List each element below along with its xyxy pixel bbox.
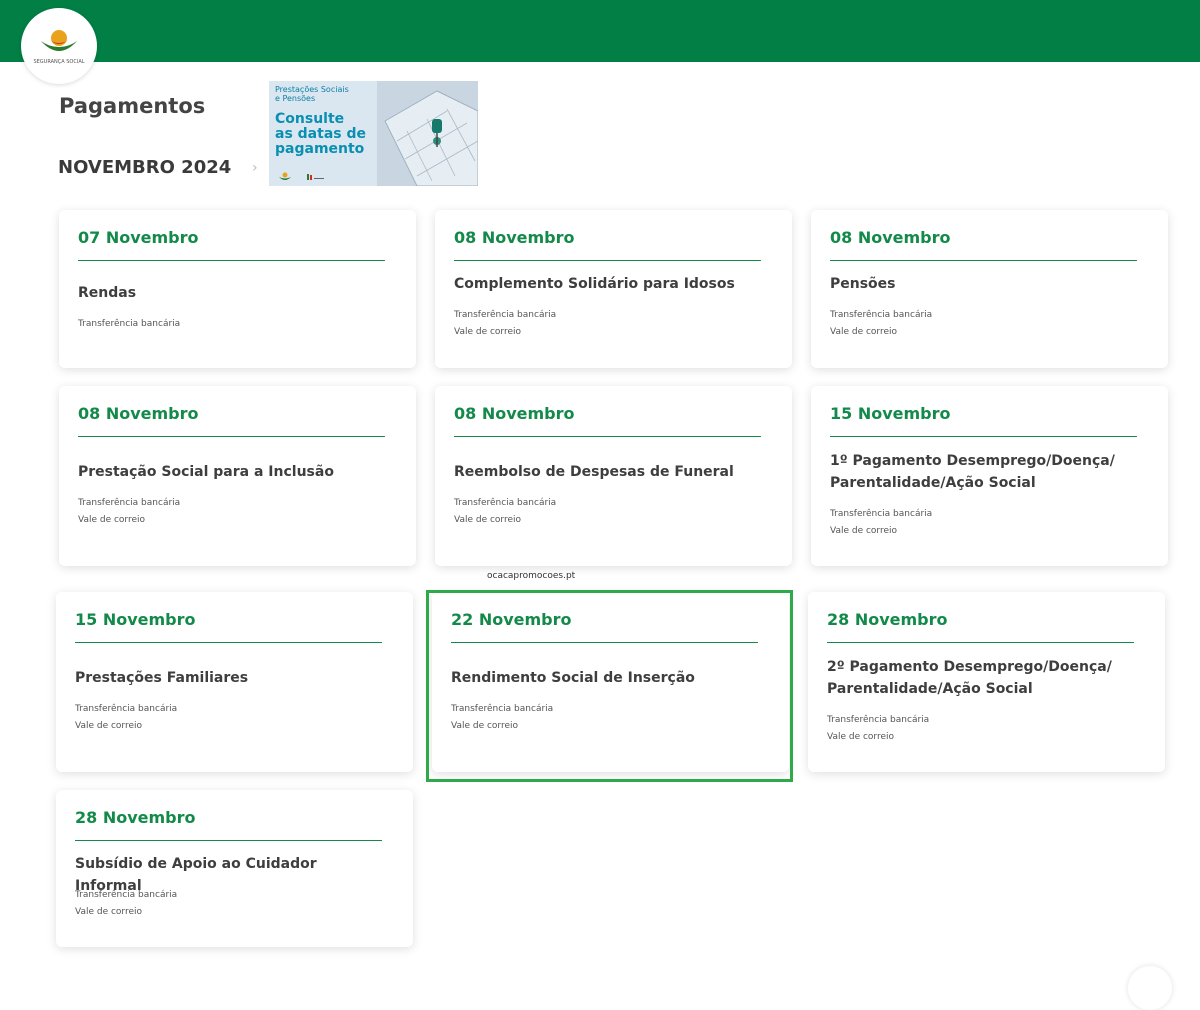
benefit-name-line1: Rendas: [78, 285, 137, 301]
payment-card[interactable]: 08 Novembro Prestação Social para a Incl…: [59, 386, 416, 566]
payment-methods: Transferência bancária Vale de correio: [454, 495, 556, 529]
payment-dates-banner[interactable]: Prestações Sociais e Pensões Consulte as…: [269, 81, 478, 186]
payment-method: Transferência bancária: [75, 890, 178, 900]
top-header-bar: [0, 0, 1200, 62]
logo-icon: [41, 30, 77, 51]
payment-methods: Transferência bancária Vale de correio: [75, 701, 177, 735]
benefit-name: Prestações Familiares: [75, 667, 387, 689]
banner-headline-line3: pagamento: [275, 141, 365, 157]
banner-logos-icon: [279, 172, 324, 180]
seguranca-social-logo[interactable]: SEGURANÇA SOCIAL: [21, 8, 97, 84]
payment-methods: Transferência bancária Vale de correio: [827, 712, 929, 746]
payment-methods: Transferência bancária Vale de correio: [830, 506, 932, 540]
chevron-right-icon[interactable]: ›: [252, 160, 258, 176]
benefit-name-line1: Complemento Solidário para Idosos: [454, 276, 735, 292]
payment-card[interactable]: 28 Novembro Subsídio de Apoio ao Cuidado…: [56, 790, 413, 947]
payment-methods: Transferência bancária Vale de correio: [454, 307, 556, 341]
payment-methods: Transferência bancária Vale de correio: [75, 887, 177, 921]
payment-methods: Transferência bancária: [78, 316, 180, 333]
benefit-name: Pensões: [830, 273, 1142, 295]
benefit-name-line1: Prestação Social para a Inclusão: [78, 464, 334, 480]
divider: [827, 642, 1134, 643]
payment-card[interactable]: 08 Novembro Pensões Transferência bancár…: [811, 210, 1168, 368]
month-label: NOVEMBRO 2024: [58, 157, 232, 178]
logo-text: SEGURANÇA SOCIAL: [33, 59, 85, 65]
benefit-name: Reembolso de Despesas de Funeral: [454, 461, 766, 483]
payment-method: Vale de correio: [78, 515, 146, 525]
divider: [78, 260, 385, 261]
benefit-name: 2º Pagamento Desemprego/Doença/ Parental…: [827, 656, 1139, 700]
payment-card[interactable]: 28 Novembro 2º Pagamento Desemprego/Doen…: [808, 592, 1165, 772]
benefit-name-line1: Prestações Familiares: [75, 670, 249, 686]
benefit-name-line2: Parentalidade/Ação Social: [827, 681, 1033, 697]
payment-method: Vale de correio: [827, 732, 895, 742]
payment-method: Transferência bancária: [75, 704, 178, 714]
divider: [454, 260, 761, 261]
payment-date: 08 Novembro: [454, 228, 575, 247]
divider: [830, 260, 1137, 261]
banner-subtitle-line2: e Pensões: [275, 94, 316, 103]
benefit-name: Complemento Solidário para Idosos: [454, 273, 766, 295]
payment-card[interactable]: 08 Novembro Complemento Solidário para I…: [435, 210, 792, 368]
banner-subtitle: Prestações Sociais e Pensões: [275, 85, 349, 103]
watermark-text: ocacapromocoes.pt: [487, 571, 576, 581]
payment-date: 28 Novembro: [827, 610, 948, 629]
payment-card[interactable]: 07 Novembro Rendas Transferência bancári…: [59, 210, 416, 368]
benefit-name-line1: 2º Pagamento Desemprego/Doença/: [827, 659, 1112, 675]
divider: [830, 436, 1137, 437]
banner-headline-line1: Consulte: [275, 111, 345, 127]
payment-card[interactable]: 15 Novembro Prestações Familiares Transf…: [56, 592, 413, 772]
payment-date: 08 Novembro: [78, 404, 199, 423]
payment-card[interactable]: 08 Novembro Reembolso de Despesas de Fun…: [435, 386, 792, 566]
payment-method: Transferência bancária: [454, 498, 557, 508]
payment-date: 07 Novembro: [78, 228, 199, 247]
banner-subtitle-line1: Prestações Sociais: [275, 85, 349, 94]
calendar-pin-icon: [377, 81, 478, 186]
payment-method: Transferência bancária: [830, 310, 933, 320]
scroll-to-top-button[interactable]: [1128, 966, 1172, 1010]
payment-card[interactable]: 15 Novembro 1º Pagamento Desemprego/Doen…: [811, 386, 1168, 566]
payment-method: Transferência bancária: [454, 310, 557, 320]
benefit-name: 1º Pagamento Desemprego/Doença/ Parental…: [830, 450, 1142, 494]
banner-headline: Consulte as datas de pagamento: [275, 112, 366, 157]
payment-method: Vale de correio: [75, 907, 143, 917]
payment-date: 28 Novembro: [75, 808, 196, 827]
benefit-name-line1: 1º Pagamento Desemprego/Doença/: [830, 453, 1115, 469]
divider: [454, 436, 761, 437]
page-title: Pagamentos: [59, 94, 206, 118]
banner-headline-line2: as datas de: [275, 126, 366, 142]
payment-method: Vale de correio: [830, 526, 898, 536]
payment-date: 15 Novembro: [830, 404, 951, 423]
payment-date: 08 Novembro: [454, 404, 575, 423]
divider: [78, 436, 385, 437]
payment-method: Vale de correio: [830, 327, 898, 337]
divider: [75, 840, 382, 841]
payment-date: 08 Novembro: [830, 228, 951, 247]
payment-method: Transferência bancária: [78, 498, 181, 508]
benefit-name: Rendas: [78, 282, 390, 304]
payment-methods: Transferência bancária Vale de correio: [830, 307, 932, 341]
highlight-outline: [426, 590, 793, 782]
payment-method: Vale de correio: [75, 721, 143, 731]
payment-date: 15 Novembro: [75, 610, 196, 629]
benefit-name: Prestação Social para a Inclusão: [78, 461, 390, 483]
benefit-name-line2: Parentalidade/Ação Social: [830, 475, 1036, 491]
payment-method: Vale de correio: [454, 327, 522, 337]
payment-method: Vale de correio: [454, 515, 522, 525]
payment-method: Transferência bancária: [830, 509, 933, 519]
benefit-name-line1: Reembolso de Despesas de Funeral: [454, 464, 734, 480]
payment-method: Transferência bancária: [827, 715, 930, 725]
payment-methods: Transferência bancária Vale de correio: [78, 495, 180, 529]
payment-method: Transferência bancária: [78, 319, 181, 329]
benefit-name-line1: Pensões: [830, 276, 896, 292]
divider: [75, 642, 382, 643]
